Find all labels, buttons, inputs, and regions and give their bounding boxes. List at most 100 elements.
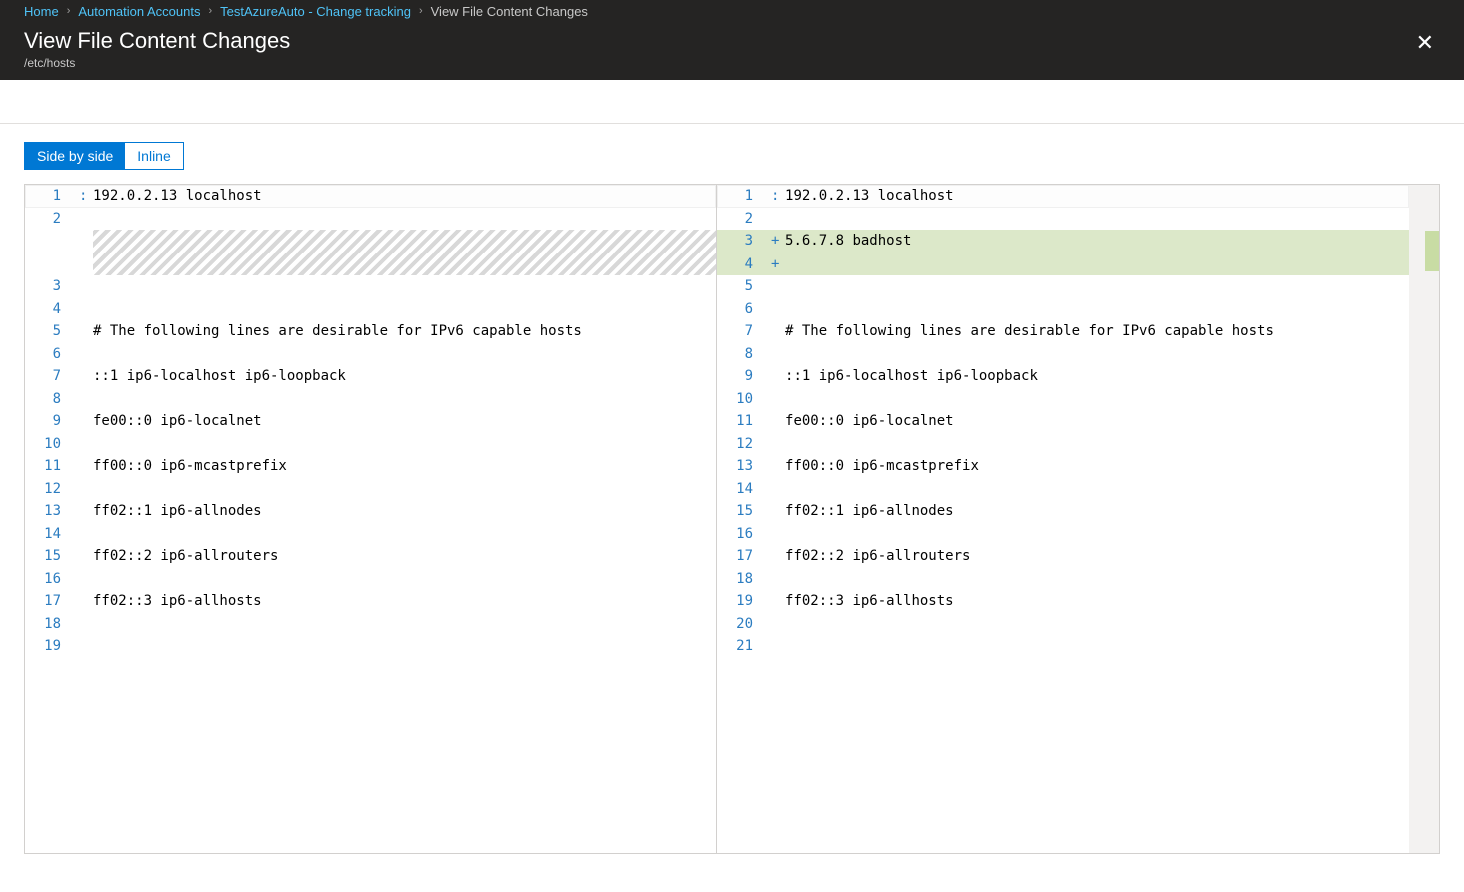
diff-line[interactable]: 18 bbox=[717, 568, 1409, 591]
line-content: # The following lines are desirable for … bbox=[93, 320, 716, 343]
line-number: 13 bbox=[717, 455, 771, 478]
diff-line[interactable]: 15ff02::2 ip6-allrouters bbox=[25, 545, 716, 568]
diff-line[interactable]: 1:192.0.2.13 localhost bbox=[717, 185, 1409, 208]
line-number: 14 bbox=[717, 478, 771, 501]
diff-marker bbox=[79, 523, 93, 546]
line-number: 16 bbox=[717, 523, 771, 546]
diff-marker bbox=[79, 590, 93, 613]
diff-line[interactable]: 2 bbox=[25, 208, 716, 231]
line-number: 4 bbox=[717, 253, 771, 276]
inline-toggle[interactable]: Inline bbox=[125, 143, 182, 169]
line-number: 16 bbox=[25, 568, 79, 591]
breadcrumb-change-tracking[interactable]: TestAzureAuto - Change tracking bbox=[220, 4, 411, 19]
diff-line[interactable]: 9::1 ip6-localhost ip6-loopback bbox=[717, 365, 1409, 388]
diff-marker bbox=[79, 455, 93, 478]
breadcrumb-current: View File Content Changes bbox=[431, 4, 588, 19]
diff-line[interactable]: 9fe00::0 ip6-localnet bbox=[25, 410, 716, 433]
diff-line[interactable]: 11ff00::0 ip6-mcastprefix bbox=[25, 455, 716, 478]
diff-line[interactable]: 10 bbox=[717, 388, 1409, 411]
diff-line[interactable]: 20 bbox=[717, 613, 1409, 636]
line-number: 9 bbox=[25, 410, 79, 433]
diff-line[interactable] bbox=[25, 253, 716, 276]
diff-line[interactable]: 17ff02::3 ip6-allhosts bbox=[25, 590, 716, 613]
line-content bbox=[785, 208, 1409, 231]
line-number: 1 bbox=[717, 185, 771, 208]
line-number: 2 bbox=[717, 208, 771, 231]
diff-marker bbox=[79, 433, 93, 456]
side-by-side-toggle[interactable]: Side by side bbox=[25, 143, 125, 169]
diff-marker bbox=[771, 478, 785, 501]
diff-line[interactable]: 17ff02::2 ip6-allrouters bbox=[717, 545, 1409, 568]
diff-line[interactable]: 11fe00::0 ip6-localnet bbox=[717, 410, 1409, 433]
diff-line[interactable]: 3 bbox=[25, 275, 716, 298]
diff-pane-original[interactable]: 1:192.0.2.13 localhost2 345# The followin… bbox=[25, 185, 717, 853]
diff-line[interactable]: 7::1 ip6-localhost ip6-loopback bbox=[25, 365, 716, 388]
line-content bbox=[93, 635, 716, 658]
diff-line[interactable]: 6 bbox=[717, 298, 1409, 321]
diff-line[interactable]: 16 bbox=[25, 568, 716, 591]
diff-line[interactable]: 7# The following lines are desirable for… bbox=[717, 320, 1409, 343]
diff-pane-modified[interactable]: 1:192.0.2.13 localhost23+5.6.7.8 badhost… bbox=[717, 185, 1409, 853]
line-number: 3 bbox=[25, 275, 79, 298]
diff-line[interactable]: 1:192.0.2.13 localhost bbox=[25, 185, 716, 208]
line-content bbox=[785, 253, 1409, 276]
line-number: 19 bbox=[25, 635, 79, 658]
diff-marker bbox=[771, 568, 785, 591]
line-number: 6 bbox=[717, 298, 771, 321]
diff-marker bbox=[771, 388, 785, 411]
diff-marker bbox=[79, 635, 93, 658]
diff-marker bbox=[79, 365, 93, 388]
diff-line[interactable]: 18 bbox=[25, 613, 716, 636]
line-number: 11 bbox=[25, 455, 79, 478]
diff-line[interactable]: 12 bbox=[25, 478, 716, 501]
diff-line[interactable]: 3+5.6.7.8 badhost bbox=[717, 230, 1409, 253]
ruler-change-mark bbox=[1425, 231, 1439, 271]
diff-line[interactable]: 5# The following lines are desirable for… bbox=[25, 320, 716, 343]
diff-marker bbox=[771, 545, 785, 568]
diff-line[interactable]: 4+ bbox=[717, 253, 1409, 276]
diff-marker bbox=[79, 388, 93, 411]
line-number: 8 bbox=[717, 343, 771, 366]
line-number: 18 bbox=[25, 613, 79, 636]
diff-marker bbox=[771, 343, 785, 366]
chevron-right-icon: › bbox=[209, 5, 213, 17]
line-number: 14 bbox=[25, 523, 79, 546]
diff-line[interactable]: 13 ff02::1 ip6-allnodes bbox=[25, 500, 716, 523]
diff-marker bbox=[79, 298, 93, 321]
line-content bbox=[93, 568, 716, 591]
diff-marker bbox=[771, 320, 785, 343]
diff-marker bbox=[771, 410, 785, 433]
line-number: 13 bbox=[25, 500, 79, 523]
page-subtitle: /etc/hosts bbox=[24, 56, 290, 70]
line-content: ::1 ip6-localhost ip6-loopback bbox=[93, 365, 716, 388]
diff-line[interactable]: 6 bbox=[25, 343, 716, 366]
diff-line[interactable]: 4 bbox=[25, 298, 716, 321]
diff-line[interactable]: 16 bbox=[717, 523, 1409, 546]
diff-line[interactable]: 10 bbox=[25, 433, 716, 456]
diff-line[interactable]: 15ff02::1 ip6-allnodes bbox=[717, 500, 1409, 523]
diff-line[interactable]: 21 bbox=[717, 635, 1409, 658]
diff-line[interactable]: 12 bbox=[717, 433, 1409, 456]
diff-marker bbox=[79, 478, 93, 501]
diff-line[interactable]: 14 bbox=[717, 478, 1409, 501]
diff-line[interactable]: 13ff00::0 ip6-mcastprefix bbox=[717, 455, 1409, 478]
line-number: 8 bbox=[25, 388, 79, 411]
overview-ruler[interactable] bbox=[1425, 185, 1439, 853]
diff-line[interactable]: 8 bbox=[717, 343, 1409, 366]
diff-line[interactable]: 2 bbox=[717, 208, 1409, 231]
diff-line[interactable] bbox=[25, 230, 716, 253]
diff-line[interactable]: 8 bbox=[25, 388, 716, 411]
breadcrumb-home[interactable]: Home bbox=[24, 4, 59, 19]
breadcrumb-automation-accounts[interactable]: Automation Accounts bbox=[78, 4, 200, 19]
diff-line[interactable]: 14 bbox=[25, 523, 716, 546]
diff-line[interactable]: 5 bbox=[717, 275, 1409, 298]
line-number: 7 bbox=[25, 365, 79, 388]
line-number: 19 bbox=[717, 590, 771, 613]
diff-line[interactable]: 19ff02::3 ip6-allhosts bbox=[717, 590, 1409, 613]
line-content: ff02::1 ip6-allnodes bbox=[93, 500, 716, 523]
line-content bbox=[93, 613, 716, 636]
close-icon[interactable]: ✕ bbox=[1410, 28, 1440, 58]
diff-marker: + bbox=[771, 230, 785, 253]
diff-line[interactable]: 19 bbox=[25, 635, 716, 658]
scrollbar[interactable] bbox=[1409, 185, 1425, 853]
